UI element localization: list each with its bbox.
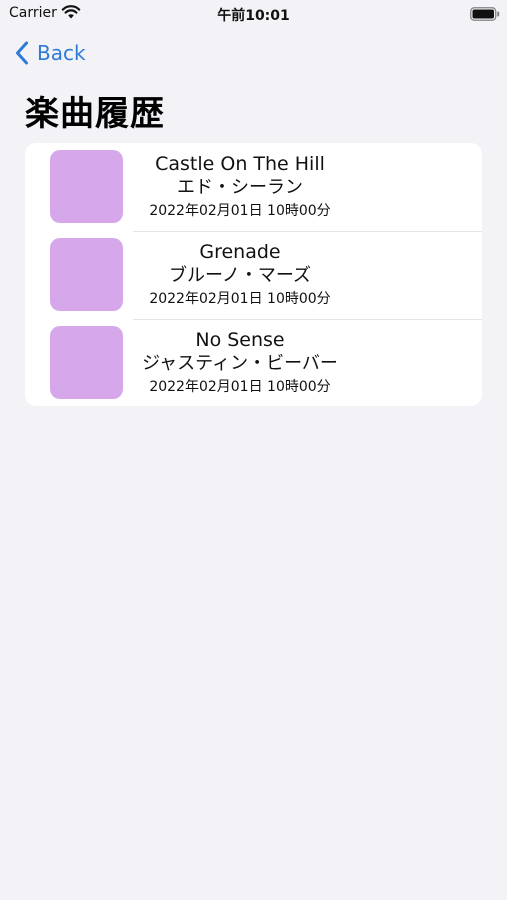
page-title: 楽曲履歴	[25, 94, 165, 134]
song-info: Castle On The Hill エド・シーラン 2022年02月01日 1…	[125, 152, 355, 222]
battery-icon	[470, 6, 500, 21]
song-info: No Sense ジャスティン・ビーバー 2022年02月01日 10時00分	[125, 328, 355, 398]
song-played-at: 2022年02月01日 10時00分	[149, 203, 331, 219]
song-info: Grenade ブルーノ・マーズ 2022年02月01日 10時00分	[125, 240, 355, 310]
status-bar: Carrier 午前10:01	[0, 0, 507, 28]
song-played-at: 2022年02月01日 10時00分	[149, 291, 331, 307]
artwork-thumbnail	[50, 326, 123, 399]
artwork-thumbnail	[50, 150, 123, 223]
song-artist: ブルーノ・マーズ	[168, 265, 312, 286]
song-title: No Sense	[195, 329, 285, 351]
song-history-list: Castle On The Hill エド・シーラン 2022年02月01日 1…	[25, 143, 482, 406]
song-artist: ジャスティン・ビーバー	[142, 353, 338, 374]
song-played-at: 2022年02月01日 10時00分	[149, 379, 331, 395]
song-title: Castle On The Hill	[155, 153, 325, 175]
song-row[interactable]: Grenade ブルーノ・マーズ 2022年02月01日 10時00分	[25, 231, 482, 319]
back-label: Back	[37, 41, 86, 65]
back-button[interactable]: Back	[15, 38, 86, 68]
artwork-thumbnail	[50, 238, 123, 311]
song-row[interactable]: Castle On The Hill エド・シーラン 2022年02月01日 1…	[25, 143, 482, 231]
song-row[interactable]: No Sense ジャスティン・ビーバー 2022年02月01日 10時00分	[25, 319, 482, 406]
song-title: Grenade	[199, 241, 281, 263]
status-time: 午前10:01	[217, 8, 290, 24]
chevron-left-icon	[16, 41, 28, 65]
song-artist: エド・シーラン	[177, 177, 303, 198]
